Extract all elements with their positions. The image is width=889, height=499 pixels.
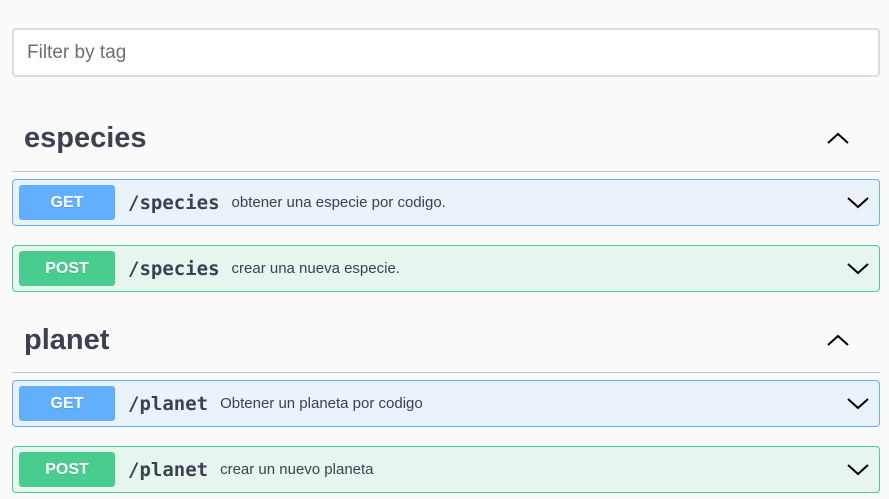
- operation-summary: crear una nueva especie.: [231, 260, 400, 277]
- chevron-up-icon[interactable]: [824, 326, 852, 354]
- tag-section-planet: planet GET /planet Obtener un planeta po…: [12, 308, 880, 493]
- tag-section-especies: especies GET /species obtener una especi…: [12, 105, 880, 292]
- chevron-up-icon[interactable]: [824, 124, 852, 152]
- filter-by-tag-input[interactable]: [12, 28, 880, 77]
- chevron-down-icon[interactable]: [845, 457, 871, 483]
- tag-header-especies[interactable]: especies: [12, 105, 880, 172]
- swagger-ui-page: especies GET /species obtener una especi…: [0, 0, 889, 499]
- chevron-down-icon[interactable]: [845, 190, 871, 216]
- operation-post-planet[interactable]: POST /planet crear un nuevo planeta: [12, 446, 880, 493]
- chevron-down-icon[interactable]: [845, 256, 871, 282]
- chevron-down-icon[interactable]: [845, 391, 871, 417]
- operation-get-species[interactable]: GET /species obtener una especie por cod…: [12, 179, 880, 226]
- filter-container: [12, 0, 880, 77]
- method-badge-get: GET: [19, 185, 115, 220]
- operation-path: /species: [128, 257, 220, 280]
- method-badge-get: GET: [19, 386, 115, 421]
- tag-title: planet: [24, 323, 110, 356]
- tag-header-planet[interactable]: planet: [12, 308, 880, 373]
- tag-title: especies: [24, 121, 147, 154]
- method-badge-post: POST: [19, 251, 115, 286]
- operation-get-planet[interactable]: GET /planet Obtener un planeta por codig…: [12, 380, 880, 427]
- method-badge-post: POST: [19, 452, 115, 487]
- operation-path: /planet: [128, 458, 209, 481]
- operation-summary: Obtener un planeta por codigo: [220, 395, 423, 412]
- operation-post-species[interactable]: POST /species crear una nueva especie.: [12, 245, 880, 292]
- operation-path: /species: [128, 191, 220, 214]
- operation-path: /planet: [128, 392, 209, 415]
- operation-summary: obtener una especie por codigo.: [231, 194, 446, 211]
- operation-summary: crear un nuevo planeta: [220, 461, 374, 478]
